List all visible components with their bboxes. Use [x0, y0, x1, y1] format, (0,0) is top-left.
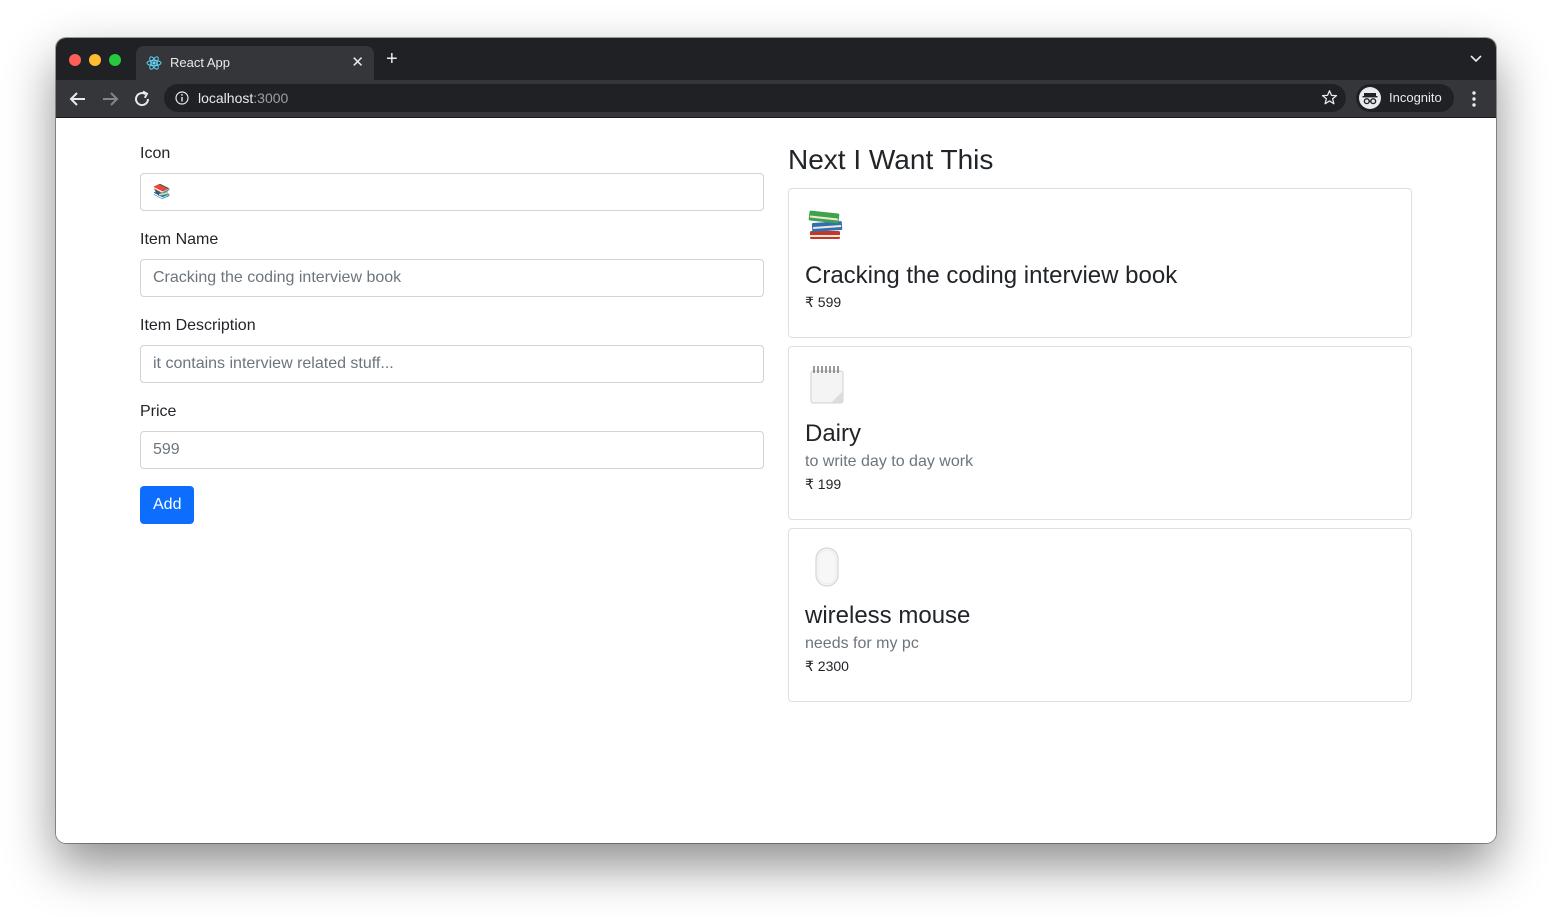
notepad-icon [810, 366, 844, 404]
wishlist: Next I Want This Cracking the coding int… [788, 140, 1412, 702]
wishlist-item-name: Dairy [805, 420, 862, 447]
maximize-window-button[interactable] [109, 54, 121, 66]
reload-icon[interactable] [132, 89, 152, 109]
price-label: Price [140, 403, 177, 420]
page-content: Icon 📚 Item Name Cracking the coding int… [56, 118, 1496, 843]
browser-toolbar: localhost:3000 Incognito [56, 80, 1496, 118]
url-port: :3000 [253, 90, 289, 106]
new-tab-icon[interactable]: + [386, 49, 398, 69]
add-item-form: Icon 📚 Item Name Cracking the coding int… [140, 144, 764, 524]
icon-input[interactable]: 📚 [140, 173, 764, 211]
tab-react-app[interactable]: React App ✕ [136, 46, 374, 80]
window-controls [69, 54, 121, 66]
incognito-profile-button[interactable]: Incognito [1356, 84, 1454, 112]
wishlist-item-description: needs for my pc [805, 635, 919, 652]
close-window-button[interactable] [69, 54, 81, 66]
item-name-input[interactable]: Cracking the coding interview book [140, 259, 764, 297]
wishlist-item-price: ₹ 2300 [805, 658, 849, 674]
add-button[interactable]: Add [140, 486, 195, 524]
wishlist-item-price: ₹ 199 [805, 476, 842, 492]
item-name-label: Item Name [140, 231, 219, 248]
wishlist-item-price: ₹ 599 [805, 294, 842, 310]
books-icon [808, 210, 843, 239]
wishlist-card: Dairy to write day to day work ₹ 199 [788, 346, 1412, 520]
icon-label: Icon [140, 145, 171, 162]
icon-input-value: 📚 [153, 184, 171, 200]
react-logo-icon [146, 56, 162, 70]
tab-bar: React App ✕ + [56, 38, 1496, 80]
url-text: localhost:3000 [198, 90, 288, 106]
bookmark-star-icon[interactable] [1321, 89, 1338, 106]
incognito-icon [1359, 87, 1381, 109]
incognito-label: Incognito [1389, 90, 1442, 105]
address-bar[interactable]: localhost:3000 [164, 84, 1346, 112]
wishlist-item-name: wireless mouse [805, 602, 971, 629]
wishlist-card: wireless mouse needs for my pc ₹ 2300 [788, 528, 1412, 702]
wishlist-item-description: to write day to day work [805, 453, 974, 470]
close-tab-icon[interactable]: ✕ [351, 53, 364, 71]
browser-menu-icon[interactable] [1466, 89, 1482, 109]
item-description-input[interactable]: it contains interview related stuff... [140, 345, 764, 383]
forward-arrow-icon[interactable] [100, 89, 120, 109]
back-arrow-icon[interactable] [68, 89, 88, 109]
browser-window: React App ✕ + localhost:3000 Incognito I… [56, 38, 1496, 843]
price-input[interactable]: 599 [140, 431, 764, 469]
url-host: localhost [198, 90, 254, 106]
wishlist-card: Cracking the coding interview book ₹ 599 [788, 188, 1412, 338]
wishlist-title: Next I Want This [788, 144, 994, 175]
minimize-window-button[interactable] [89, 54, 101, 66]
mouse-icon [815, 547, 839, 587]
item-description-label: Item Description [140, 317, 256, 334]
tab-title: React App [170, 55, 230, 70]
wishlist-item-name: Cracking the coding interview book [805, 262, 1178, 289]
site-info-icon[interactable] [175, 91, 189, 105]
tab-search-chevron-icon[interactable] [1470, 54, 1482, 64]
